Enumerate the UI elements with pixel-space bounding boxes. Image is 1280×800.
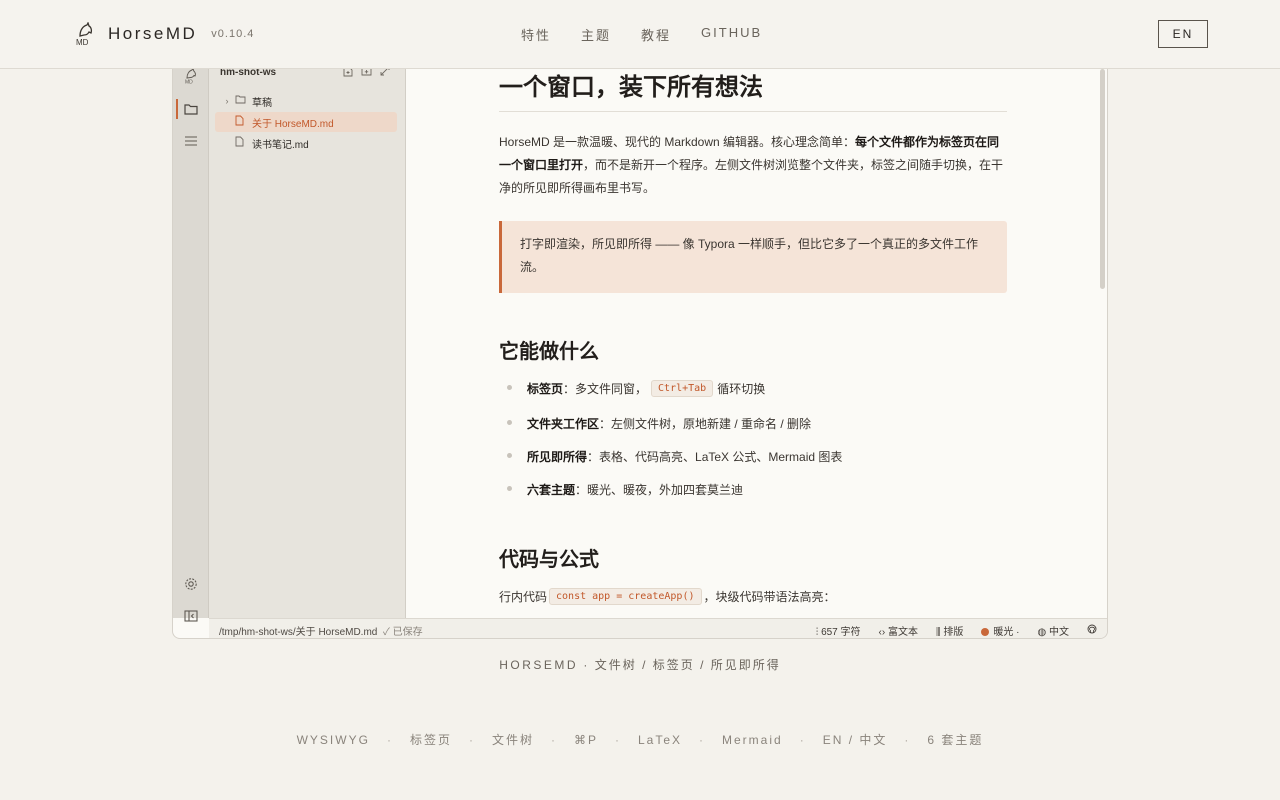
svg-text:MD: MD	[185, 80, 193, 85]
theme-switcher[interactable]: 暖光 ·	[981, 623, 1019, 638]
inline-code: const app = createApp()	[549, 588, 702, 605]
nav-features[interactable]: 特性	[521, 25, 551, 44]
gear-icon[interactable]	[182, 575, 200, 593]
feature-item: EN / 中文	[822, 733, 888, 747]
blockquote: 打字即渲染，所见即所得 —— 像 Typora 一样顺手，但比它多了一个真正的多…	[499, 221, 1007, 293]
doc-heading-1: 一个窗口，装下所有想法	[499, 69, 1007, 112]
kbd-shortcut: Ctrl+Tab	[651, 380, 714, 397]
tree-file-about[interactable]: 关于 HorseMD.md	[215, 112, 397, 132]
feature-item: 6 套主题	[927, 733, 984, 747]
folder-icon	[235, 95, 249, 107]
list-item: 文件夹工作区 ：左侧文件树，原地新建 / 重命名 / 删除	[507, 415, 811, 432]
file-tree-sidebar: hm-shot-ws › 草稿 关于 HorseMD.md 读书笔记.md	[209, 69, 406, 618]
caption-text: · 文件树 / 标签页 / 所见即所得	[578, 658, 781, 672]
feature-item: LaTeX	[637, 733, 683, 747]
main-nav: 特性 主题 教程 GITHUB	[521, 25, 792, 44]
new-file-icon[interactable]	[343, 69, 353, 80]
nav-themes[interactable]: 主题	[581, 25, 611, 44]
bullet	[507, 453, 512, 458]
top-navbar: MD HorseMD v0.10.4 特性 主题 教程 GITHUB EN	[0, 0, 1280, 69]
chevron-right-icon: ›	[225, 96, 229, 106]
layout-toggle[interactable]: ⫼ 排版	[936, 623, 963, 638]
word-count[interactable]: ⫶ 657 字符	[816, 623, 861, 638]
version-label: v0.10.4	[211, 28, 255, 40]
editor-canvas[interactable]: 一个窗口，装下所有想法 HorseMD 是一款温暖、现代的 Markdown 编…	[406, 69, 1107, 618]
language-toggle-button[interactable]: EN	[1158, 20, 1208, 48]
layout-icon: ⫼	[935, 627, 941, 638]
brand[interactable]: MD HorseMD v0.10.4	[74, 22, 254, 46]
tree-file-notes[interactable]: 读书笔记.md	[215, 133, 397, 153]
svg-text:MD: MD	[76, 38, 89, 46]
sidebar-tools	[343, 69, 390, 80]
doc-heading-2-features: 它能做什么	[499, 339, 599, 363]
folder-icon[interactable]	[182, 100, 200, 118]
feature-item: 文件树	[491, 733, 534, 747]
doc-heading-2-code: 代码与公式	[499, 547, 599, 571]
bullet	[507, 385, 512, 390]
doc-paragraph: HorseMD 是一款温暖、现代的 Markdown 编辑器。核心理念简单：每个…	[499, 135, 1004, 195]
doc-paragraph: 行内代码 const app = createApp() ，块级代码带语法高亮：	[499, 588, 836, 605]
saved-status: ✓ 已保存	[383, 627, 423, 638]
theme-dot	[981, 628, 990, 636]
logo-icon: MD	[182, 69, 200, 85]
code-icon: ‹›	[878, 627, 886, 638]
list-item: 所见即所得 ：表格、代码高亮、LaTeX 公式、Mermaid 图表	[507, 448, 842, 465]
feature-item: WYSIWYG	[296, 733, 370, 747]
tree-item-label: 草稿	[252, 97, 272, 109]
list-item: 六套主题 ：暖光、暖夜，外加四套莫兰迪	[507, 481, 743, 498]
tree-item-label: 关于 HorseMD.md	[252, 118, 334, 130]
list-item: 标签页 ：多文件同窗， Ctrl+Tab 循环切换	[507, 380, 765, 397]
globe-icon: ◍	[1037, 627, 1047, 638]
language-switcher[interactable]: ◍ 中文	[1037, 623, 1069, 638]
caption-brand: HORSEMD	[499, 658, 579, 672]
feature-item: ⌘P	[573, 733, 598, 747]
tree-item-label: 读书笔记.md	[252, 139, 309, 151]
nav-github[interactable]: GITHUB	[701, 25, 762, 44]
editor-scrollbar[interactable]	[1100, 69, 1105, 289]
bullet	[507, 420, 512, 425]
file-path: /tmp/hm-shot-ws/关于 HorseMD.md	[219, 627, 378, 638]
status-bar: /tmp/hm-shot-ws/关于 HorseMD.md ✓ 已保存 ⫶ 65…	[209, 618, 1107, 638]
workspace-title: hm-shot-ws	[220, 69, 277, 78]
collapse-icon[interactable]	[380, 69, 390, 80]
activity-rail: MD	[173, 69, 209, 622]
status-right: ⫶ 657 字符 ‹› 富文本 ⫼ 排版 暖光 · ◍ 中文	[816, 623, 1097, 638]
list-icon[interactable]	[182, 132, 200, 150]
brand-name: HorseMD	[108, 24, 198, 43]
github-icon[interactable]	[1087, 624, 1097, 637]
mode-toggle[interactable]: ‹› 富文本	[879, 623, 918, 638]
horse-logo-icon: MD	[76, 22, 93, 46]
screenshot-caption: HORSEMD · 文件树 / 标签页 / 所见即所得	[0, 656, 1280, 673]
bullet	[507, 486, 512, 491]
tree-folder-drafts[interactable]: › 草稿	[215, 91, 397, 111]
file-icon	[235, 115, 249, 129]
chart-icon: ⫶	[815, 627, 819, 638]
feature-item: Mermaid	[722, 733, 783, 747]
file-icon	[235, 136, 249, 150]
feature-item: 标签页	[409, 733, 452, 747]
sidebar-toggle-icon[interactable]	[182, 607, 200, 625]
nav-tutorial[interactable]: 教程	[641, 25, 671, 44]
new-folder-icon[interactable]	[361, 69, 372, 80]
feature-strip: WYSIWYG · 标签页 · 文件树 · ⌘P · LaTeX · Mermaid · EN / 中文…	[296, 733, 984, 747]
app-window: MD hm-shot-ws › 草稿 关于 HorseMD.md 读书笔记.md…	[172, 69, 1108, 639]
active-indicator	[176, 99, 178, 119]
